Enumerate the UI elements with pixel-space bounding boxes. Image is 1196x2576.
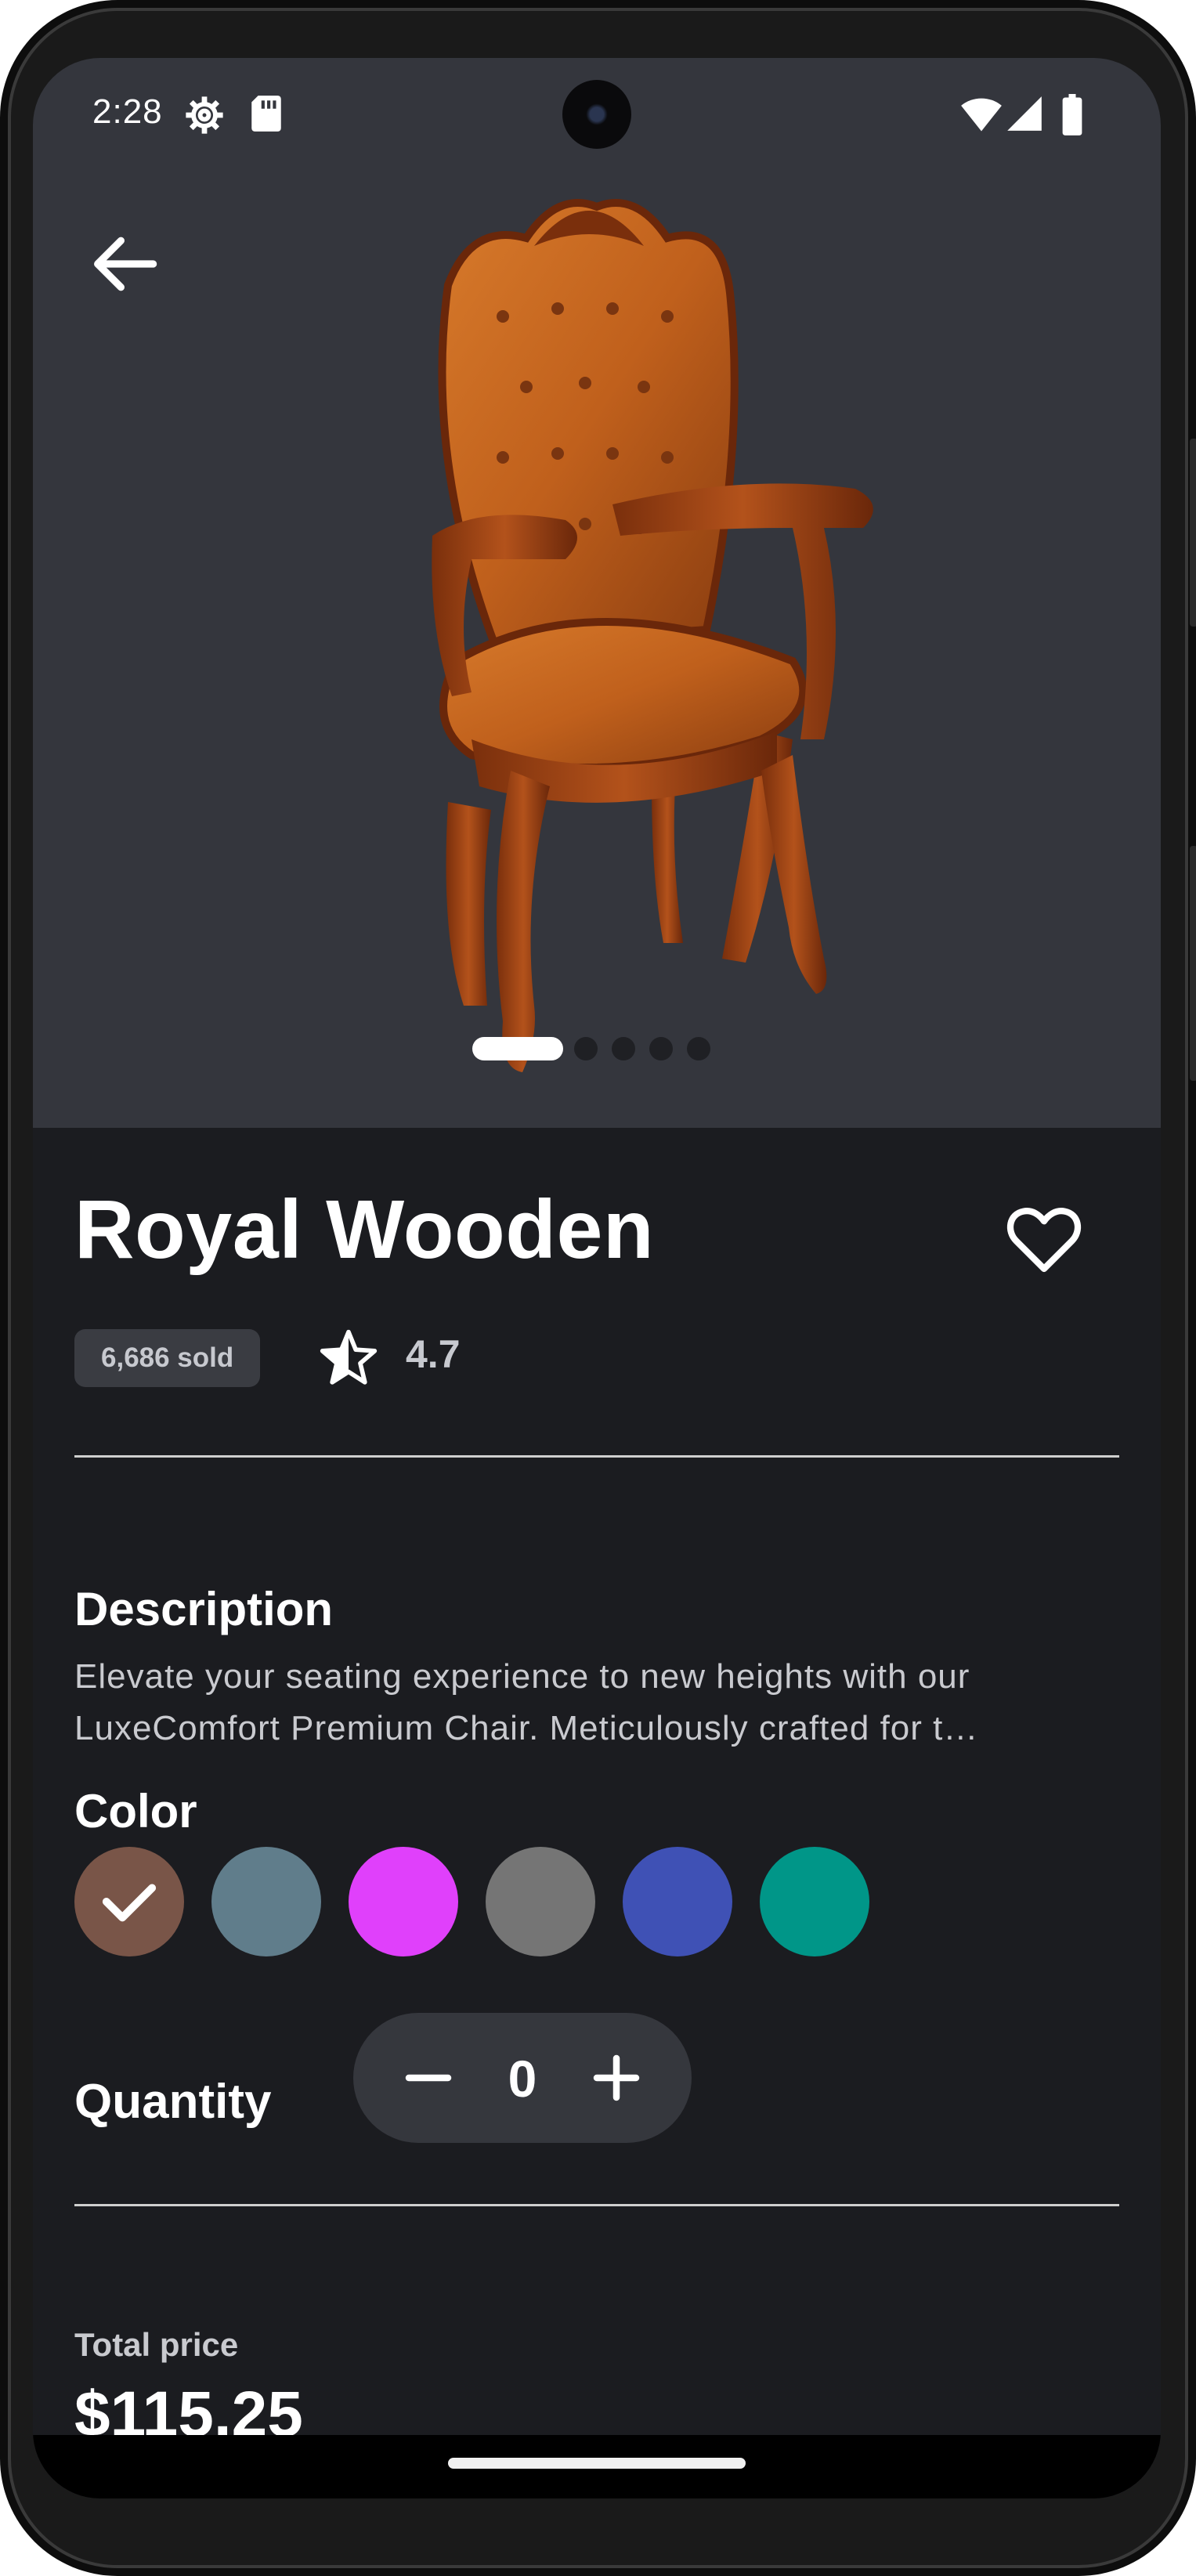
carousel-dot[interactable] <box>687 1037 710 1060</box>
battery-icon <box>1062 94 1082 135</box>
phone-frame: 2:28 Royal Wooden 6,686 sold 4.7 Descrip… <box>0 0 1196 2576</box>
carousel-dot[interactable] <box>612 1037 635 1060</box>
app-screen: 2:28 Royal Wooden 6,686 sold 4.7 Descrip… <box>33 58 1161 2498</box>
color-swatch-teal[interactable] <box>760 1847 869 1956</box>
volume-button <box>1190 846 1196 1081</box>
cell-signal-icon <box>1007 96 1042 131</box>
sold-count-badge: 6,686 sold <box>74 1329 261 1387</box>
quantity-stepper[interactable]: 0 <box>353 2013 692 2143</box>
description-line: LuxeComfort Premium Chair. Meticulously … <box>74 1709 979 1747</box>
description-heading: Description <box>74 1583 334 1635</box>
color-swatch-brown-selected[interactable] <box>74 1847 184 1956</box>
power-button <box>1190 439 1196 627</box>
divider <box>74 2204 1119 2206</box>
total-price-label: Total price <box>74 2326 239 2363</box>
color-swatch-grey[interactable] <box>486 1847 595 1956</box>
description-text[interactable]: Elevate your seating experience to new h… <box>74 1651 1119 1754</box>
product-title: Royal Wooden <box>74 1183 655 1276</box>
product-image-carousel[interactable]: 2:28 <box>33 58 1161 1128</box>
color-heading: Color <box>74 1785 197 1837</box>
royal-wooden-chair-image <box>432 199 873 1072</box>
color-swatch-indigo[interactable] <box>623 1847 732 1956</box>
carousel-dot[interactable] <box>574 1037 598 1060</box>
star-half-icon <box>320 1329 378 1385</box>
back-arrow-icon[interactable] <box>81 221 168 307</box>
color-swatch-magenta[interactable] <box>349 1847 458 1956</box>
settings-gear-icon <box>186 96 223 134</box>
color-swatch-blue-grey[interactable] <box>211 1847 321 1956</box>
carousel-dot-active[interactable] <box>472 1037 563 1060</box>
status-bar: 2:28 <box>33 58 1161 160</box>
home-indicator[interactable] <box>448 2458 746 2469</box>
carousel-dot[interactable] <box>649 1037 673 1060</box>
rating-value: 4.7 <box>406 1332 461 1376</box>
sd-card-icon <box>251 96 281 132</box>
quantity-label: Quantity <box>74 2075 272 2129</box>
checkmark-icon <box>102 1884 157 1922</box>
heart-icon[interactable] <box>1001 1195 1087 1281</box>
front-camera <box>562 80 631 149</box>
plus-icon[interactable] <box>569 2031 663 2125</box>
wifi-icon <box>961 98 1002 132</box>
description-line: Elevate your seating experience to new h… <box>74 1657 970 1696</box>
carousel-indicator <box>33 1037 1161 1068</box>
divider <box>74 1455 1119 1458</box>
status-time: 2:28 <box>92 92 163 131</box>
